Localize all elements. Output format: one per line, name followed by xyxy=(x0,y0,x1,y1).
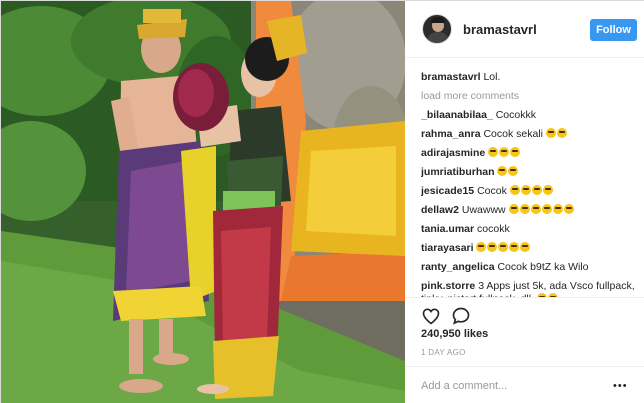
smiley-emoji-icon xyxy=(497,166,508,176)
follow-button[interactable]: Follow xyxy=(590,19,637,41)
comment-username[interactable]: adirajasmine xyxy=(421,147,485,159)
comment-row: tiarayasari xyxy=(421,239,637,258)
post-timestamp[interactable]: 1 DAY AGO xyxy=(421,348,466,357)
comment-username[interactable]: tania.umar xyxy=(421,223,474,235)
comment-text: Uwawww xyxy=(461,204,506,216)
smiley-emoji-icon xyxy=(563,204,574,214)
comment-username[interactable]: _bilaanabilaa_ xyxy=(421,109,493,121)
heart-icon[interactable] xyxy=(421,306,441,326)
comment-username[interactable]: tiarayasari xyxy=(421,242,474,254)
comment-username[interactable]: rahma_anra xyxy=(421,128,481,140)
comment-username[interactable]: ranty_angelica xyxy=(421,261,495,273)
add-comment-input[interactable] xyxy=(421,377,601,395)
caption-username[interactable]: bramastavrl xyxy=(421,71,481,83)
smiley-emoji-icon xyxy=(510,147,521,157)
smiley-emoji-icon xyxy=(508,166,519,176)
wedding-couple-photo xyxy=(1,1,405,403)
comment-username[interactable]: dellaw2 xyxy=(421,204,459,216)
comment-text: Cocok sekali xyxy=(483,128,543,140)
header-username[interactable]: bramastavrl xyxy=(463,22,537,37)
comment-row: pink.storre 3 Apps just 5k, ada Vsco ful… xyxy=(421,277,637,298)
smiley-emoji-icon xyxy=(508,204,519,214)
smiley-emoji-icon xyxy=(499,147,510,157)
likes-count[interactable]: 240,950 likes xyxy=(421,328,488,340)
smiley-emoji-icon xyxy=(498,242,509,252)
comment-row: dellaw2 Uwawww xyxy=(421,201,637,220)
smiley-emoji-icon xyxy=(520,185,531,195)
caption-text: Lol. xyxy=(483,71,501,83)
comment-username[interactable]: jesicade15 xyxy=(421,185,474,197)
instagram-post: bramastavrl Follow bramastavrl Lol. load… xyxy=(0,0,644,403)
comment-username[interactable]: jumriatiburhan xyxy=(421,166,495,178)
smiley-emoji-icon xyxy=(545,128,556,138)
comments-list[interactable]: bramastavrl Lol. load more comments _bil… xyxy=(421,68,637,298)
smiley-emoji-icon xyxy=(542,185,553,195)
post-actions xyxy=(405,297,644,332)
comment-row: jesicade15 Cocok xyxy=(421,182,637,201)
smiley-emoji-icon xyxy=(530,204,541,214)
comment-row: _bilaanabilaa_ Cocokkk xyxy=(421,106,637,125)
smiley-emoji-icon xyxy=(488,147,499,157)
smiley-emoji-icon xyxy=(476,242,487,252)
add-comment-bar: ••• xyxy=(405,366,644,403)
comment-text: Cocok b9tZ ka Wilo xyxy=(497,261,589,273)
comment-text: cocokk xyxy=(477,223,510,235)
smiley-emoji-icon xyxy=(531,185,542,195)
comment-row: jumriatiburhan xyxy=(421,163,637,182)
smiley-emoji-icon xyxy=(509,185,520,195)
smiley-emoji-icon xyxy=(520,242,531,252)
comment-row: rahma_anra Cocok sekali xyxy=(421,125,637,144)
caption: bramastavrl Lol. xyxy=(421,68,637,87)
comment-row: adirajasmine xyxy=(421,144,637,163)
comment-row: tania.umar cocokk xyxy=(421,220,637,239)
comment-text: Cocok xyxy=(477,185,507,197)
smiley-emoji-icon xyxy=(556,128,567,138)
ellipsis-icon[interactable]: ••• xyxy=(613,380,628,392)
smiley-emoji-icon xyxy=(519,204,530,214)
comment-row: ranty_angelica Cocok b9tZ ka Wilo xyxy=(421,258,637,277)
load-more-comments-link[interactable]: load more comments xyxy=(421,87,637,106)
speech-bubble-icon[interactable] xyxy=(451,306,471,326)
post-header: bramastavrl Follow xyxy=(405,1,644,58)
smiley-emoji-icon xyxy=(487,242,498,252)
smiley-emoji-icon xyxy=(541,204,552,214)
avatar[interactable] xyxy=(422,14,452,44)
post-photo[interactable] xyxy=(1,1,405,403)
smiley-emoji-icon xyxy=(552,204,563,214)
comment-username[interactable]: pink.storre xyxy=(421,280,475,292)
comment-text: Cocokkk xyxy=(495,109,536,121)
post-side-panel: bramastavrl Follow bramastavrl Lol. load… xyxy=(405,1,644,403)
smiley-emoji-icon xyxy=(509,242,520,252)
